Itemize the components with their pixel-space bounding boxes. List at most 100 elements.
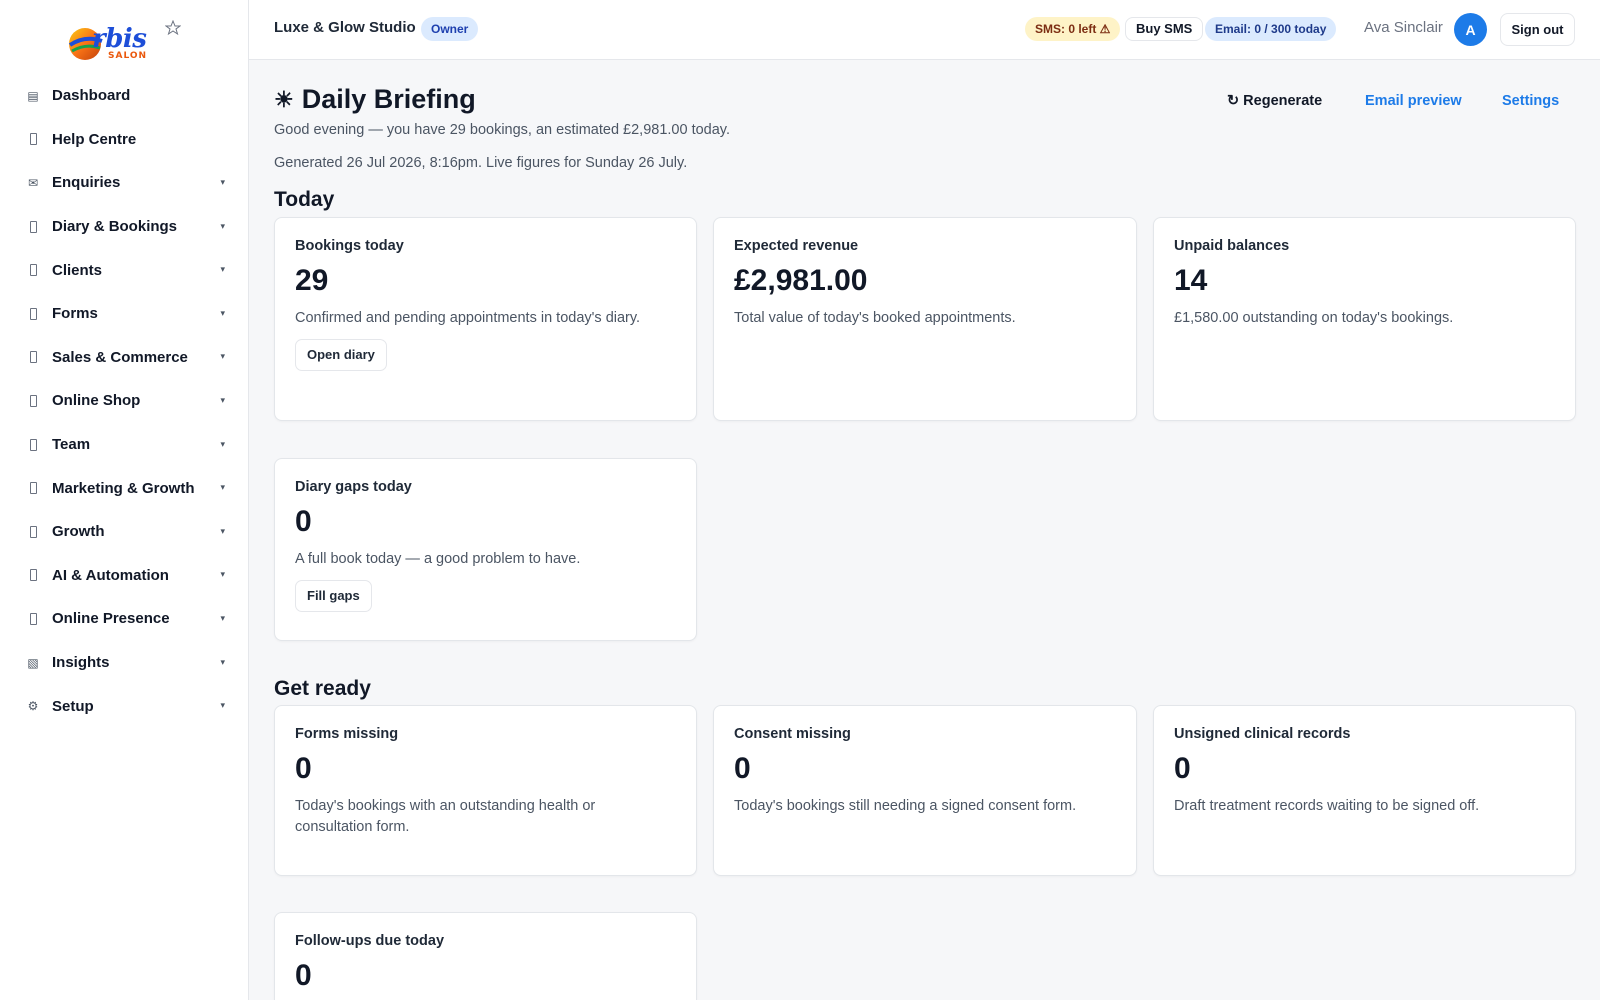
card-bookings-today: Bookings today 29 Confirmed and pending … bbox=[274, 217, 697, 421]
user-name: Ava Sinclair bbox=[1364, 19, 1443, 36]
growth-icon bbox=[30, 525, 37, 538]
card-title: Unpaid balances bbox=[1174, 238, 1290, 254]
brand-sub: SALON bbox=[108, 51, 148, 61]
team-icon bbox=[30, 438, 37, 451]
card-diary-gaps: Diary gaps today 0 A full book today — a… bbox=[274, 458, 697, 641]
chevron-down-icon[interactable]: ▾ bbox=[220, 483, 225, 493]
card-value: £2,981.00 bbox=[734, 264, 868, 297]
chevron-down-icon[interactable]: ▾ bbox=[220, 265, 225, 275]
generated-timestamp: Generated 26 Jul 2026, 8:16pm. Live figu… bbox=[274, 155, 688, 171]
section-title-today: Today bbox=[274, 188, 335, 211]
calendar-icon bbox=[30, 220, 37, 233]
sidebar-item-online-presence[interactable]: Online Presence ▾ bbox=[0, 597, 249, 641]
role-badge: Owner bbox=[421, 17, 479, 41]
sidebar-item-help-centre[interactable]: Help Centre bbox=[0, 118, 249, 162]
top-bar: Luxe & Glow Studio Owner SMS: 0 left ⚠ B… bbox=[249, 0, 1600, 60]
card-description: Today's bookings with an outstanding hea… bbox=[295, 798, 596, 835]
sidebar-item-clients[interactable]: Clients ▾ bbox=[0, 248, 249, 292]
sidebar-nav: ▤ Dashboard Help Centre ✉ Enquiries ▾ Di… bbox=[0, 74, 249, 728]
sidebar-item-label: Growth bbox=[52, 523, 105, 541]
sidebar-item-insights[interactable]: ▧ Insights ▾ bbox=[0, 641, 249, 685]
sidebar-item-label: Dashboard bbox=[52, 87, 131, 105]
section-title-get-ready: Get ready bbox=[274, 677, 371, 700]
card-title: Diary gaps today bbox=[295, 479, 412, 495]
orbis-logo[interactable]: rbis SALON bbox=[64, 18, 184, 64]
chevron-down-icon[interactable]: ▾ bbox=[220, 658, 225, 668]
sidebar-item-setup[interactable]: ⚙ Setup ▾ bbox=[0, 684, 249, 728]
settings-link[interactable]: Settings bbox=[1502, 93, 1559, 109]
card-unsigned-clinical-records: Unsigned clinical records 0 Draft treatm… bbox=[1153, 705, 1576, 876]
card-description: Today's bookings still needing a signed … bbox=[734, 798, 1077, 814]
sidebar-item-label: Enquiries bbox=[52, 174, 121, 192]
card-follow-ups-due: Follow-ups due today 0 bbox=[274, 912, 697, 1000]
card-description: Total value of today's booked appointmen… bbox=[734, 310, 1016, 326]
card-value: 0 bbox=[734, 752, 751, 785]
avatar[interactable]: A bbox=[1454, 13, 1487, 46]
star-icon bbox=[165, 20, 181, 36]
sidebar-item-diary-bookings[interactable]: Diary & Bookings ▾ bbox=[0, 205, 249, 249]
brand-name: rbis bbox=[92, 24, 147, 54]
email-quota-badge: Email: 0 / 300 today bbox=[1205, 17, 1337, 41]
sales-icon bbox=[30, 351, 37, 364]
card-unpaid-balances: Unpaid balances 14 £1,580.00 outstanding… bbox=[1153, 217, 1576, 421]
page-title-text: Daily Briefing bbox=[301, 84, 476, 114]
sidebar-item-label: Insights bbox=[52, 654, 110, 672]
sidebar-item-label: Sales & Commerce bbox=[52, 348, 188, 366]
chevron-down-icon[interactable]: ▾ bbox=[220, 352, 225, 362]
sidebar-item-label: Help Centre bbox=[52, 130, 137, 148]
sidebar-item-label: Online Presence bbox=[52, 610, 170, 628]
card-title: Bookings today bbox=[295, 238, 404, 254]
forms-icon bbox=[30, 307, 37, 320]
card-title: Consent missing bbox=[734, 726, 851, 742]
fill-gaps-button[interactable]: Fill gaps bbox=[295, 580, 372, 612]
sms-credits-badge: SMS: 0 left ⚠ bbox=[1025, 17, 1121, 41]
chevron-down-icon[interactable]: ▾ bbox=[220, 178, 225, 188]
email-preview-link[interactable]: Email preview bbox=[1365, 93, 1462, 109]
main-content: ☀ Daily Briefing Good evening — you have… bbox=[249, 60, 1600, 1000]
greeting-text: Good evening — you have 29 bookings, an … bbox=[274, 122, 730, 138]
sidebar-item-label: Setup bbox=[52, 697, 94, 715]
chevron-down-icon[interactable]: ▾ bbox=[220, 440, 225, 450]
help-icon bbox=[30, 133, 37, 146]
regenerate-button[interactable]: ↻ Regenerate bbox=[1227, 93, 1322, 109]
marketing-icon bbox=[30, 482, 37, 495]
sun-icon: ☀ bbox=[274, 86, 294, 112]
chevron-down-icon[interactable]: ▾ bbox=[220, 309, 225, 319]
sidebar-item-label: AI & Automation bbox=[52, 566, 169, 584]
mail-icon: ✉ bbox=[27, 175, 39, 190]
ai-icon bbox=[30, 569, 37, 582]
chevron-down-icon[interactable]: ▾ bbox=[220, 222, 225, 232]
clients-icon bbox=[30, 264, 37, 277]
card-value: 0 bbox=[295, 505, 312, 538]
sign-out-button[interactable]: Sign out bbox=[1500, 13, 1575, 46]
open-diary-button[interactable]: Open diary bbox=[295, 339, 387, 371]
web-icon bbox=[30, 612, 37, 625]
card-description: £1,580.00 outstanding on today's booking… bbox=[1174, 310, 1454, 326]
card-forms-missing: Forms missing 0 Today's bookings with an… bbox=[274, 705, 697, 876]
card-description: A full book today — a good problem to ha… bbox=[295, 551, 581, 567]
card-description: Draft treatment records waiting to be si… bbox=[1174, 798, 1480, 814]
card-title: Follow-ups due today bbox=[295, 933, 445, 949]
card-value: 0 bbox=[1174, 752, 1191, 785]
gear-icon: ⚙ bbox=[27, 699, 39, 714]
sidebar-item-forms[interactable]: Forms ▾ bbox=[0, 292, 249, 336]
chevron-down-icon[interactable]: ▾ bbox=[220, 614, 225, 624]
sidebar-item-sales-commerce[interactable]: Sales & Commerce ▾ bbox=[0, 336, 249, 380]
sidebar-item-label: Marketing & Growth bbox=[52, 479, 195, 497]
sidebar-item-dashboard[interactable]: ▤ Dashboard bbox=[0, 74, 249, 118]
sidebar-item-online-shop[interactable]: Online Shop ▾ bbox=[0, 379, 249, 423]
shop-icon bbox=[30, 394, 37, 407]
sidebar-item-marketing-growth[interactable]: Marketing & Growth ▾ bbox=[0, 466, 249, 510]
chevron-down-icon[interactable]: ▾ bbox=[220, 570, 225, 580]
card-title: Forms missing bbox=[295, 726, 399, 742]
sidebar-item-growth[interactable]: Growth ▾ bbox=[0, 510, 249, 554]
card-expected-revenue: Expected revenue £2,981.00 Total value o… bbox=[713, 217, 1137, 421]
sidebar-item-ai-automation[interactable]: AI & Automation ▾ bbox=[0, 554, 249, 598]
chevron-down-icon[interactable]: ▾ bbox=[220, 527, 225, 537]
buy-sms-button[interactable]: Buy SMS bbox=[1125, 17, 1204, 41]
sidebar-item-team[interactable]: Team ▾ bbox=[0, 423, 249, 467]
sidebar-item-enquiries[interactable]: ✉ Enquiries ▾ bbox=[0, 161, 249, 205]
chevron-down-icon[interactable]: ▾ bbox=[220, 701, 225, 711]
chevron-down-icon[interactable]: ▾ bbox=[220, 396, 225, 406]
sidebar-item-label: Diary & Bookings bbox=[52, 218, 178, 236]
